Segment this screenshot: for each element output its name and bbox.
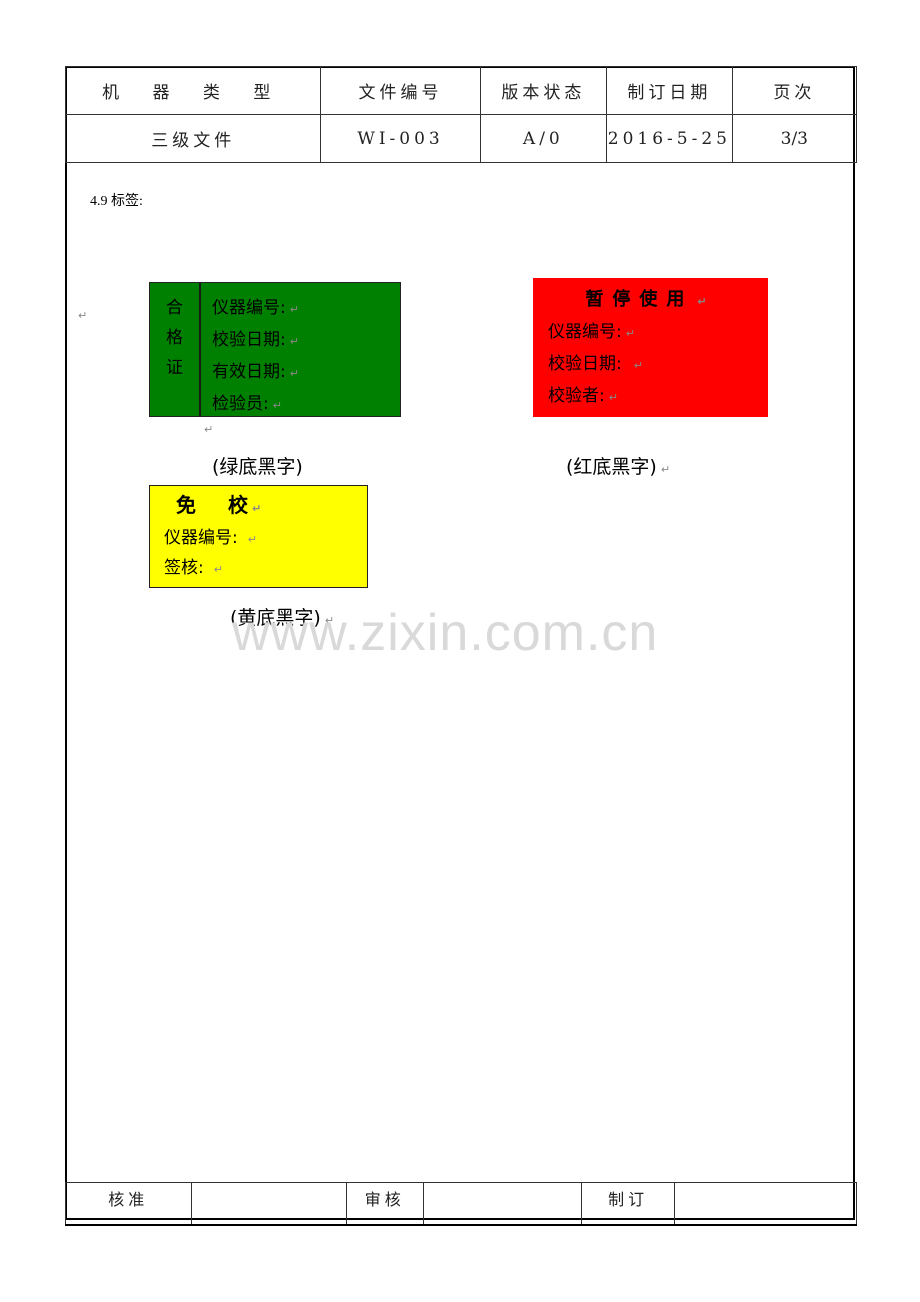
return-mark-icon: ↵ (660, 463, 671, 476)
label-red-fields: 仪器编号: ↵ 校验日期: ↵ 校验者: ↵ (534, 317, 767, 413)
header-machine-type-label: 机 器 类 型 (64, 66, 322, 115)
label-red-caption: (红底黑字) ↵ (566, 456, 671, 478)
label-field: 签核: ↵ (164, 558, 223, 578)
label-field: 仪器编号: ↵ (212, 298, 299, 318)
header-row-labels: 机 器 类 型 文件编号 版本状态 制订日期 页次 (64, 66, 858, 115)
footer-approve-field[interactable] (190, 1182, 347, 1226)
label-qualified-green: 合 格 证 仪器编号: ↵ 校验日期: ↵ 有效日期: ↵ 检验员: ↵ (149, 282, 401, 417)
header-doc-number-label: 文件编号 (320, 66, 481, 115)
return-mark-icon: ↵ (78, 309, 88, 322)
return-mark-icon: ↵ (633, 359, 643, 372)
return-mark-icon: ↵ (608, 391, 618, 404)
header-page-value: 3/3 (731, 114, 858, 163)
label-field: 仪器编号: ↵ (548, 322, 635, 342)
header-version-value: A/0 (479, 114, 608, 163)
label-green-side-title: 合 格 证 (150, 283, 201, 416)
section-title: 4.9 标签: (90, 194, 143, 209)
header-row-values: 三级文件 WI-003 A/0 2016-5-25 3/3 (64, 114, 858, 163)
label-red-title: 暂停使用 ↵ (585, 289, 716, 310)
header-version-label: 版本状态 (479, 66, 608, 115)
side-char: 合 (166, 298, 183, 318)
label-field: 检验员: ↵ (212, 394, 282, 414)
label-field: 有效日期: ↵ (212, 362, 299, 382)
label-green-caption: (绿底黑字) (212, 456, 303, 478)
return-mark-icon: ↵ (289, 303, 299, 316)
label-field: 校验日期: ↵ (212, 330, 299, 350)
label-field: 校验者: ↵ (548, 386, 618, 406)
header-page-label: 页次 (731, 66, 858, 115)
side-char: 格 (166, 328, 183, 348)
label-suspended-red: 暂停使用 ↵ 仪器编号: ↵ 校验日期: ↵ 校验者: ↵ (533, 278, 768, 417)
footer-approve-label: 核准 (65, 1182, 192, 1226)
footer-review-label: 审核 (345, 1182, 424, 1226)
watermark: www.zixin.com.cn (232, 604, 659, 662)
label-yellow-title: 免校 ↵ (176, 493, 262, 517)
header-date-label: 制订日期 (606, 66, 733, 115)
header-date-value: 2016-5-25 (606, 114, 733, 163)
return-mark-icon: ↵ (247, 533, 257, 546)
label-exempt-yellow: 免校 ↵ 仪器编号: ↵ 签核: ↵ (149, 485, 368, 588)
header-doc-number-value: WI-003 (320, 114, 481, 163)
header-machine-type-value: 三级文件 (64, 114, 322, 163)
label-field: 仪器编号: ↵ (164, 528, 257, 548)
document-header-table: 机 器 类 型 文件编号 版本状态 制订日期 页次 三级文件 WI-003 A/… (64, 66, 858, 163)
return-mark-icon: ↵ (204, 423, 214, 436)
return-mark-icon: ↵ (213, 563, 223, 576)
approval-footer-table: 核准 审核 制订 (65, 1182, 857, 1226)
return-mark-icon: ↵ (697, 295, 716, 308)
side-char: 证 (166, 358, 183, 378)
footer-prepared-label: 制订 (580, 1182, 676, 1226)
return-mark-icon: ↵ (272, 399, 282, 412)
label-yellow-fields: 仪器编号: ↵ 签核: ↵ (150, 524, 367, 584)
label-green-fields: 仪器编号: ↵ 校验日期: ↵ 有效日期: ↵ 检验员: ↵ (212, 293, 299, 421)
label-field: 校验日期: ↵ (548, 354, 643, 374)
footer-review-field[interactable] (422, 1182, 582, 1226)
return-mark-icon: ↵ (625, 327, 635, 340)
return-mark-icon: ↵ (252, 502, 262, 515)
footer-prepared-field[interactable] (674, 1182, 857, 1226)
return-mark-icon: ↵ (289, 367, 299, 380)
return-mark-icon: ↵ (289, 335, 299, 348)
